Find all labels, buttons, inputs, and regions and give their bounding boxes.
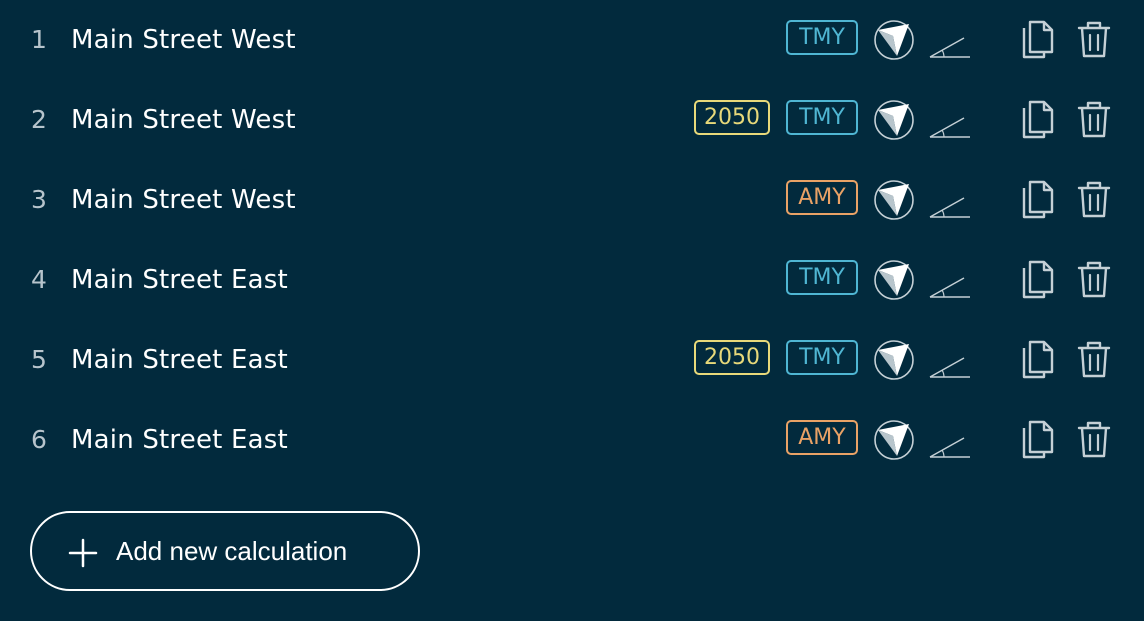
- copy-icon[interactable]: [1018, 179, 1056, 219]
- trash-icon[interactable]: [1075, 259, 1113, 299]
- copy-icon[interactable]: [1018, 339, 1056, 379]
- calculation-name[interactable]: Main Street East: [71, 240, 288, 320]
- compass-arrow-icon[interactable]: [873, 179, 915, 221]
- calculation-row[interactable]: 5 Main Street East 2050 TMY: [0, 320, 1144, 400]
- tilt-angle-icon[interactable]: [928, 114, 972, 140]
- dataset-badge[interactable]: TMY: [786, 20, 858, 55]
- calculation-name[interactable]: Main Street East: [71, 320, 288, 400]
- tilt-angle-icon[interactable]: [928, 194, 972, 220]
- tilt-angle-icon[interactable]: [928, 274, 972, 300]
- row-index: 5: [31, 345, 47, 374]
- dataset-badge[interactable]: AMY: [786, 420, 858, 455]
- year-badge: 2050: [694, 100, 770, 135]
- plus-icon: [68, 538, 98, 568]
- dataset-badge[interactable]: TMY: [786, 260, 858, 295]
- calculation-name[interactable]: Main Street East: [71, 400, 288, 480]
- trash-icon[interactable]: [1075, 179, 1113, 219]
- row-index: 3: [31, 185, 47, 214]
- tilt-angle-icon[interactable]: [928, 434, 972, 460]
- add-calculation-button[interactable]: Add new calculation: [30, 511, 420, 591]
- dataset-badge[interactable]: TMY: [786, 340, 858, 375]
- calculation-name[interactable]: Main Street West: [71, 80, 296, 160]
- calculation-row[interactable]: 4 Main Street East TMY: [0, 240, 1144, 320]
- compass-arrow-icon[interactable]: [873, 339, 915, 381]
- trash-icon[interactable]: [1075, 339, 1113, 379]
- compass-arrow-icon[interactable]: [873, 99, 915, 141]
- row-index: 1: [31, 25, 47, 54]
- trash-icon[interactable]: [1075, 19, 1113, 59]
- compass-arrow-icon[interactable]: [873, 19, 915, 61]
- row-index: 2: [31, 105, 47, 134]
- dataset-badge[interactable]: AMY: [786, 180, 858, 215]
- row-index: 6: [31, 425, 47, 454]
- trash-icon[interactable]: [1075, 419, 1113, 459]
- calculation-row[interactable]: 3 Main Street West AMY: [0, 160, 1144, 240]
- calculation-row[interactable]: 6 Main Street East AMY: [0, 400, 1144, 480]
- row-index: 4: [31, 265, 47, 294]
- trash-icon[interactable]: [1075, 99, 1113, 139]
- year-badge: 2050: [694, 340, 770, 375]
- copy-icon[interactable]: [1018, 419, 1056, 459]
- calculation-row[interactable]: 1 Main Street West TMY: [0, 0, 1144, 80]
- calculation-name[interactable]: Main Street West: [71, 160, 296, 240]
- calculation-name[interactable]: Main Street West: [71, 0, 296, 80]
- tilt-angle-icon[interactable]: [928, 354, 972, 380]
- copy-icon[interactable]: [1018, 19, 1056, 59]
- compass-arrow-icon[interactable]: [873, 259, 915, 301]
- add-calculation-label: Add new calculation: [116, 536, 348, 566]
- dataset-badge[interactable]: TMY: [786, 100, 858, 135]
- tilt-angle-icon[interactable]: [928, 34, 972, 60]
- copy-icon[interactable]: [1018, 99, 1056, 139]
- calculation-row[interactable]: 2 Main Street West 2050 TMY: [0, 80, 1144, 160]
- copy-icon[interactable]: [1018, 259, 1056, 299]
- compass-arrow-icon[interactable]: [873, 419, 915, 461]
